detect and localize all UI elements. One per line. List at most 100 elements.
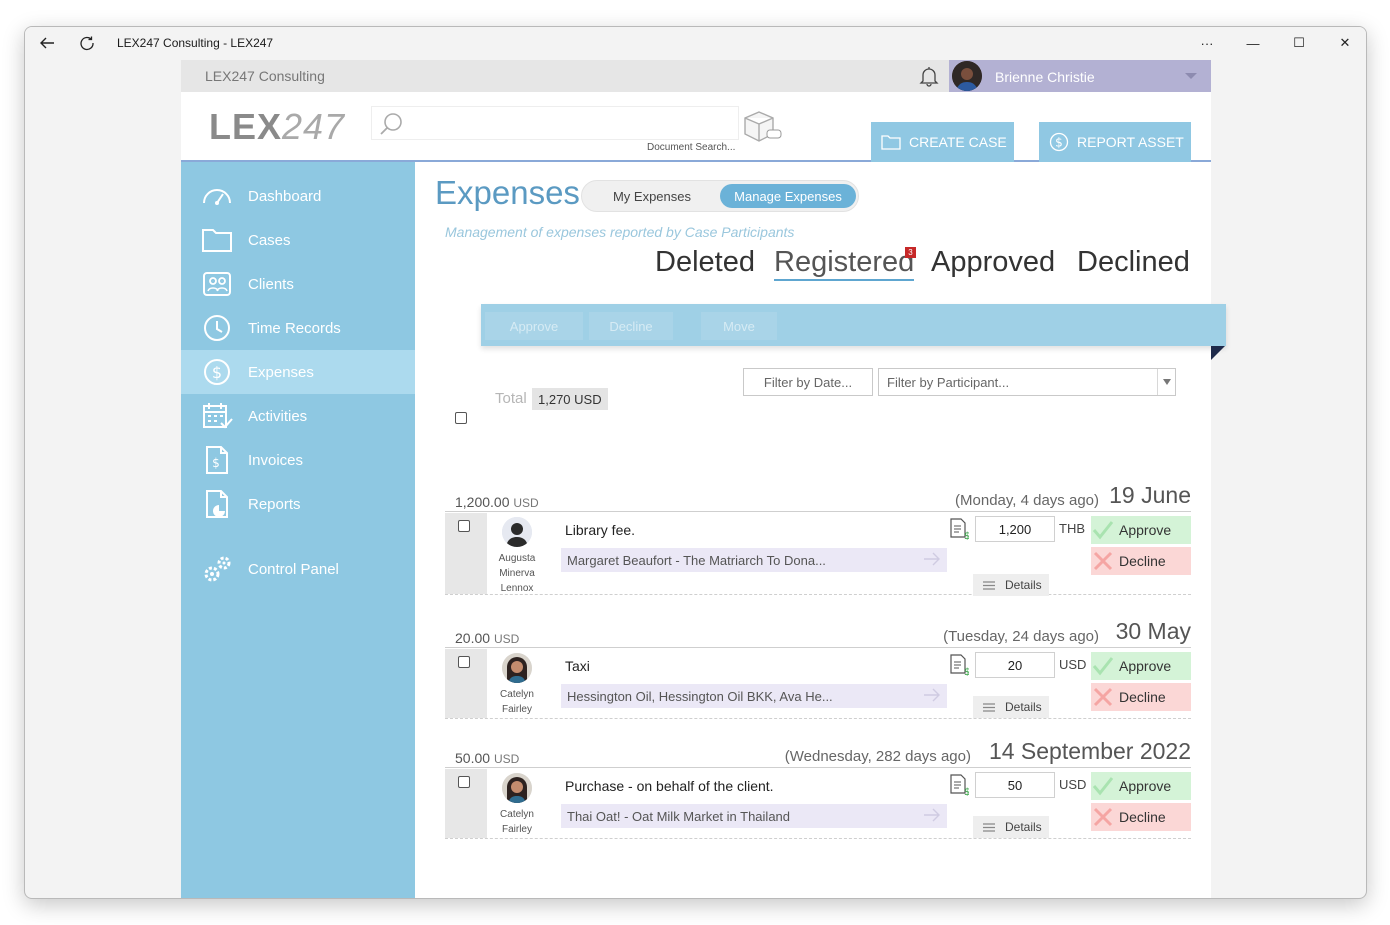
participant-name: Catelyn Fairley	[500, 689, 534, 715]
refresh-button[interactable]	[73, 31, 101, 55]
bulk-move-button[interactable]: Move	[701, 312, 777, 340]
filter-by-date[interactable]: Filter by Date...	[743, 368, 873, 396]
approve-label: Approve	[1119, 522, 1172, 538]
sidebar-item-invoices[interactable]: $ Invoices	[181, 438, 415, 482]
expense-row: Catelyn Fairley Taxi Hessington Oil, Hess…	[445, 649, 1191, 719]
expense-currency: USD	[1059, 777, 1087, 792]
sidebar-item-activities[interactable]: Activities	[181, 394, 415, 438]
package-icon[interactable]	[741, 108, 785, 144]
dollar-icon: $	[204, 359, 230, 385]
user-menu[interactable]: Brienne Christie	[949, 60, 1211, 92]
expense-case-link[interactable]: Margaret Beaufort - The Matriarch To Don…	[561, 548, 947, 572]
manage-expenses-toggle[interactable]: Manage Expenses	[720, 184, 856, 208]
report-asset-button[interactable]: $ REPORT ASSET	[1039, 122, 1191, 162]
gauge-icon	[203, 189, 231, 205]
decline-button[interactable]: Decline	[1091, 547, 1191, 575]
receipt-icon[interactable]: $	[949, 774, 969, 796]
create-case-button[interactable]: CREATE CASE	[871, 122, 1014, 162]
sidebar-item-reports[interactable]: Reports	[181, 482, 415, 526]
expense-header: 50.00 USD (Wednesday, 282 days ago) 14 S…	[445, 738, 1191, 768]
chevron-down-icon[interactable]	[1157, 369, 1175, 395]
menu-icon	[983, 703, 995, 712]
create-case-label: CREATE CASE	[909, 134, 1007, 150]
expense-checkbox[interactable]	[458, 776, 470, 788]
tab-deleted[interactable]: Deleted	[655, 246, 755, 279]
svg-text:$: $	[212, 363, 222, 382]
x-icon	[1093, 807, 1113, 827]
details-button[interactable]: Details	[973, 696, 1049, 718]
title-bar: LEX247 Consulting - LEX247 ··· — ☐ ✕	[25, 27, 1366, 59]
expense-description: Taxi	[565, 658, 590, 674]
details-button[interactable]: Details	[973, 574, 1049, 596]
back-button[interactable]	[33, 31, 61, 55]
bulk-approve-button[interactable]: Approve	[485, 312, 583, 340]
user-avatar	[952, 61, 982, 91]
sidebar-item-clients[interactable]: Clients	[181, 262, 415, 306]
document-search	[371, 106, 739, 140]
sidebar-item-control-panel[interactable]: Control Panel	[181, 547, 415, 591]
avatar	[502, 517, 532, 547]
decline-label: Decline	[1119, 809, 1166, 825]
expense-total: 1,200.00 USD	[455, 494, 539, 510]
menu-icon	[983, 823, 995, 832]
my-expenses-toggle[interactable]: My Expenses	[588, 184, 716, 208]
receipt-icon[interactable]: $	[949, 654, 969, 676]
expense-item: 50.00 USD (Wednesday, 282 days ago) 14 S…	[445, 738, 1191, 866]
menu-icon	[983, 581, 995, 590]
sidebar-item-dashboard[interactable]: Dashboard	[181, 174, 415, 218]
notification-bell-icon[interactable]	[917, 64, 941, 93]
search-input[interactable]	[408, 113, 728, 135]
sidebar-item-cases[interactable]: Cases	[181, 218, 415, 262]
case-name: Margaret Beaufort - The Matriarch To Don…	[567, 552, 826, 568]
sidebar-item-label: Expenses	[248, 364, 314, 381]
expense-row: Catelyn Fairley Purchase - on behalf of t…	[445, 769, 1191, 839]
expense-case-link[interactable]: Thai Oat! - Oat Milk Market in Thailand	[561, 804, 947, 828]
expense-date: 14 September 2022	[988, 738, 1191, 764]
expense-amount-input[interactable]	[975, 652, 1055, 678]
sidebar-item-time-records[interactable]: Time Records	[181, 306, 415, 350]
decline-button[interactable]: Decline	[1091, 683, 1191, 711]
person-icon	[502, 517, 532, 547]
back-arrow-icon	[40, 37, 54, 49]
close-button[interactable]: ✕	[1323, 31, 1366, 55]
approve-button[interactable]: Approve	[1091, 772, 1191, 800]
approve-button[interactable]: Approve	[1091, 652, 1191, 680]
sidebar-item-label: Clients	[248, 276, 294, 293]
app-window: LEX247 Consulting - LEX247 ··· — ☐ ✕ LEX…	[24, 26, 1367, 899]
clients-icon	[203, 272, 231, 296]
expense-case-link[interactable]: Hessington Oil, Hessington Oil BKK, Ava …	[561, 684, 947, 708]
more-options-button[interactable]: ···	[1185, 31, 1229, 55]
select-all-checkbox[interactable]	[455, 412, 467, 424]
expense-item: 20.00 USD (Tuesday, 24 days ago) 30 May …	[445, 618, 1191, 744]
sidebar-item-label: Time Records	[248, 320, 341, 337]
expense-checkbox[interactable]	[458, 656, 470, 668]
approve-button[interactable]: Approve	[1091, 516, 1191, 544]
tab-declined[interactable]: Declined	[1077, 246, 1190, 279]
arrow-right-icon	[924, 552, 940, 566]
details-button[interactable]: Details	[973, 816, 1049, 838]
invoice-icon: $	[206, 446, 228, 474]
participant-name: Augusta Minerva Lennox	[498, 553, 536, 594]
filter-by-participant[interactable]: Filter by Participant...	[878, 368, 1176, 396]
maximize-button[interactable]: ☐	[1277, 31, 1321, 55]
svg-text:$: $	[212, 456, 220, 470]
sidebar-item-expenses[interactable]: $ Expenses	[181, 350, 415, 394]
expense-currency: THB	[1059, 521, 1085, 536]
tab-approved[interactable]: Approved	[931, 246, 1055, 279]
expense-amount-input[interactable]	[975, 516, 1055, 542]
bulk-decline-button[interactable]: Decline	[589, 312, 673, 340]
report-asset-label: REPORT ASSET	[1077, 134, 1184, 150]
sidebar-item-label: Reports	[248, 496, 301, 513]
svg-text:$: $	[964, 667, 969, 676]
expense-relative-date: (Monday, 4 days ago)	[955, 492, 1099, 509]
decline-button[interactable]: Decline	[1091, 803, 1191, 831]
sidebar: Dashboard Cases Clients Time Records $ E…	[181, 162, 415, 898]
receipt-icon[interactable]: $	[949, 518, 969, 540]
expense-amount-input[interactable]	[975, 772, 1055, 798]
details-label: Details	[1005, 700, 1042, 714]
minimize-button[interactable]: —	[1231, 31, 1275, 55]
reports-icon	[206, 490, 228, 518]
expense-date: 19 June	[1109, 482, 1191, 508]
tab-registered[interactable]: Registered	[774, 246, 915, 281]
expense-checkbox[interactable]	[458, 520, 470, 532]
